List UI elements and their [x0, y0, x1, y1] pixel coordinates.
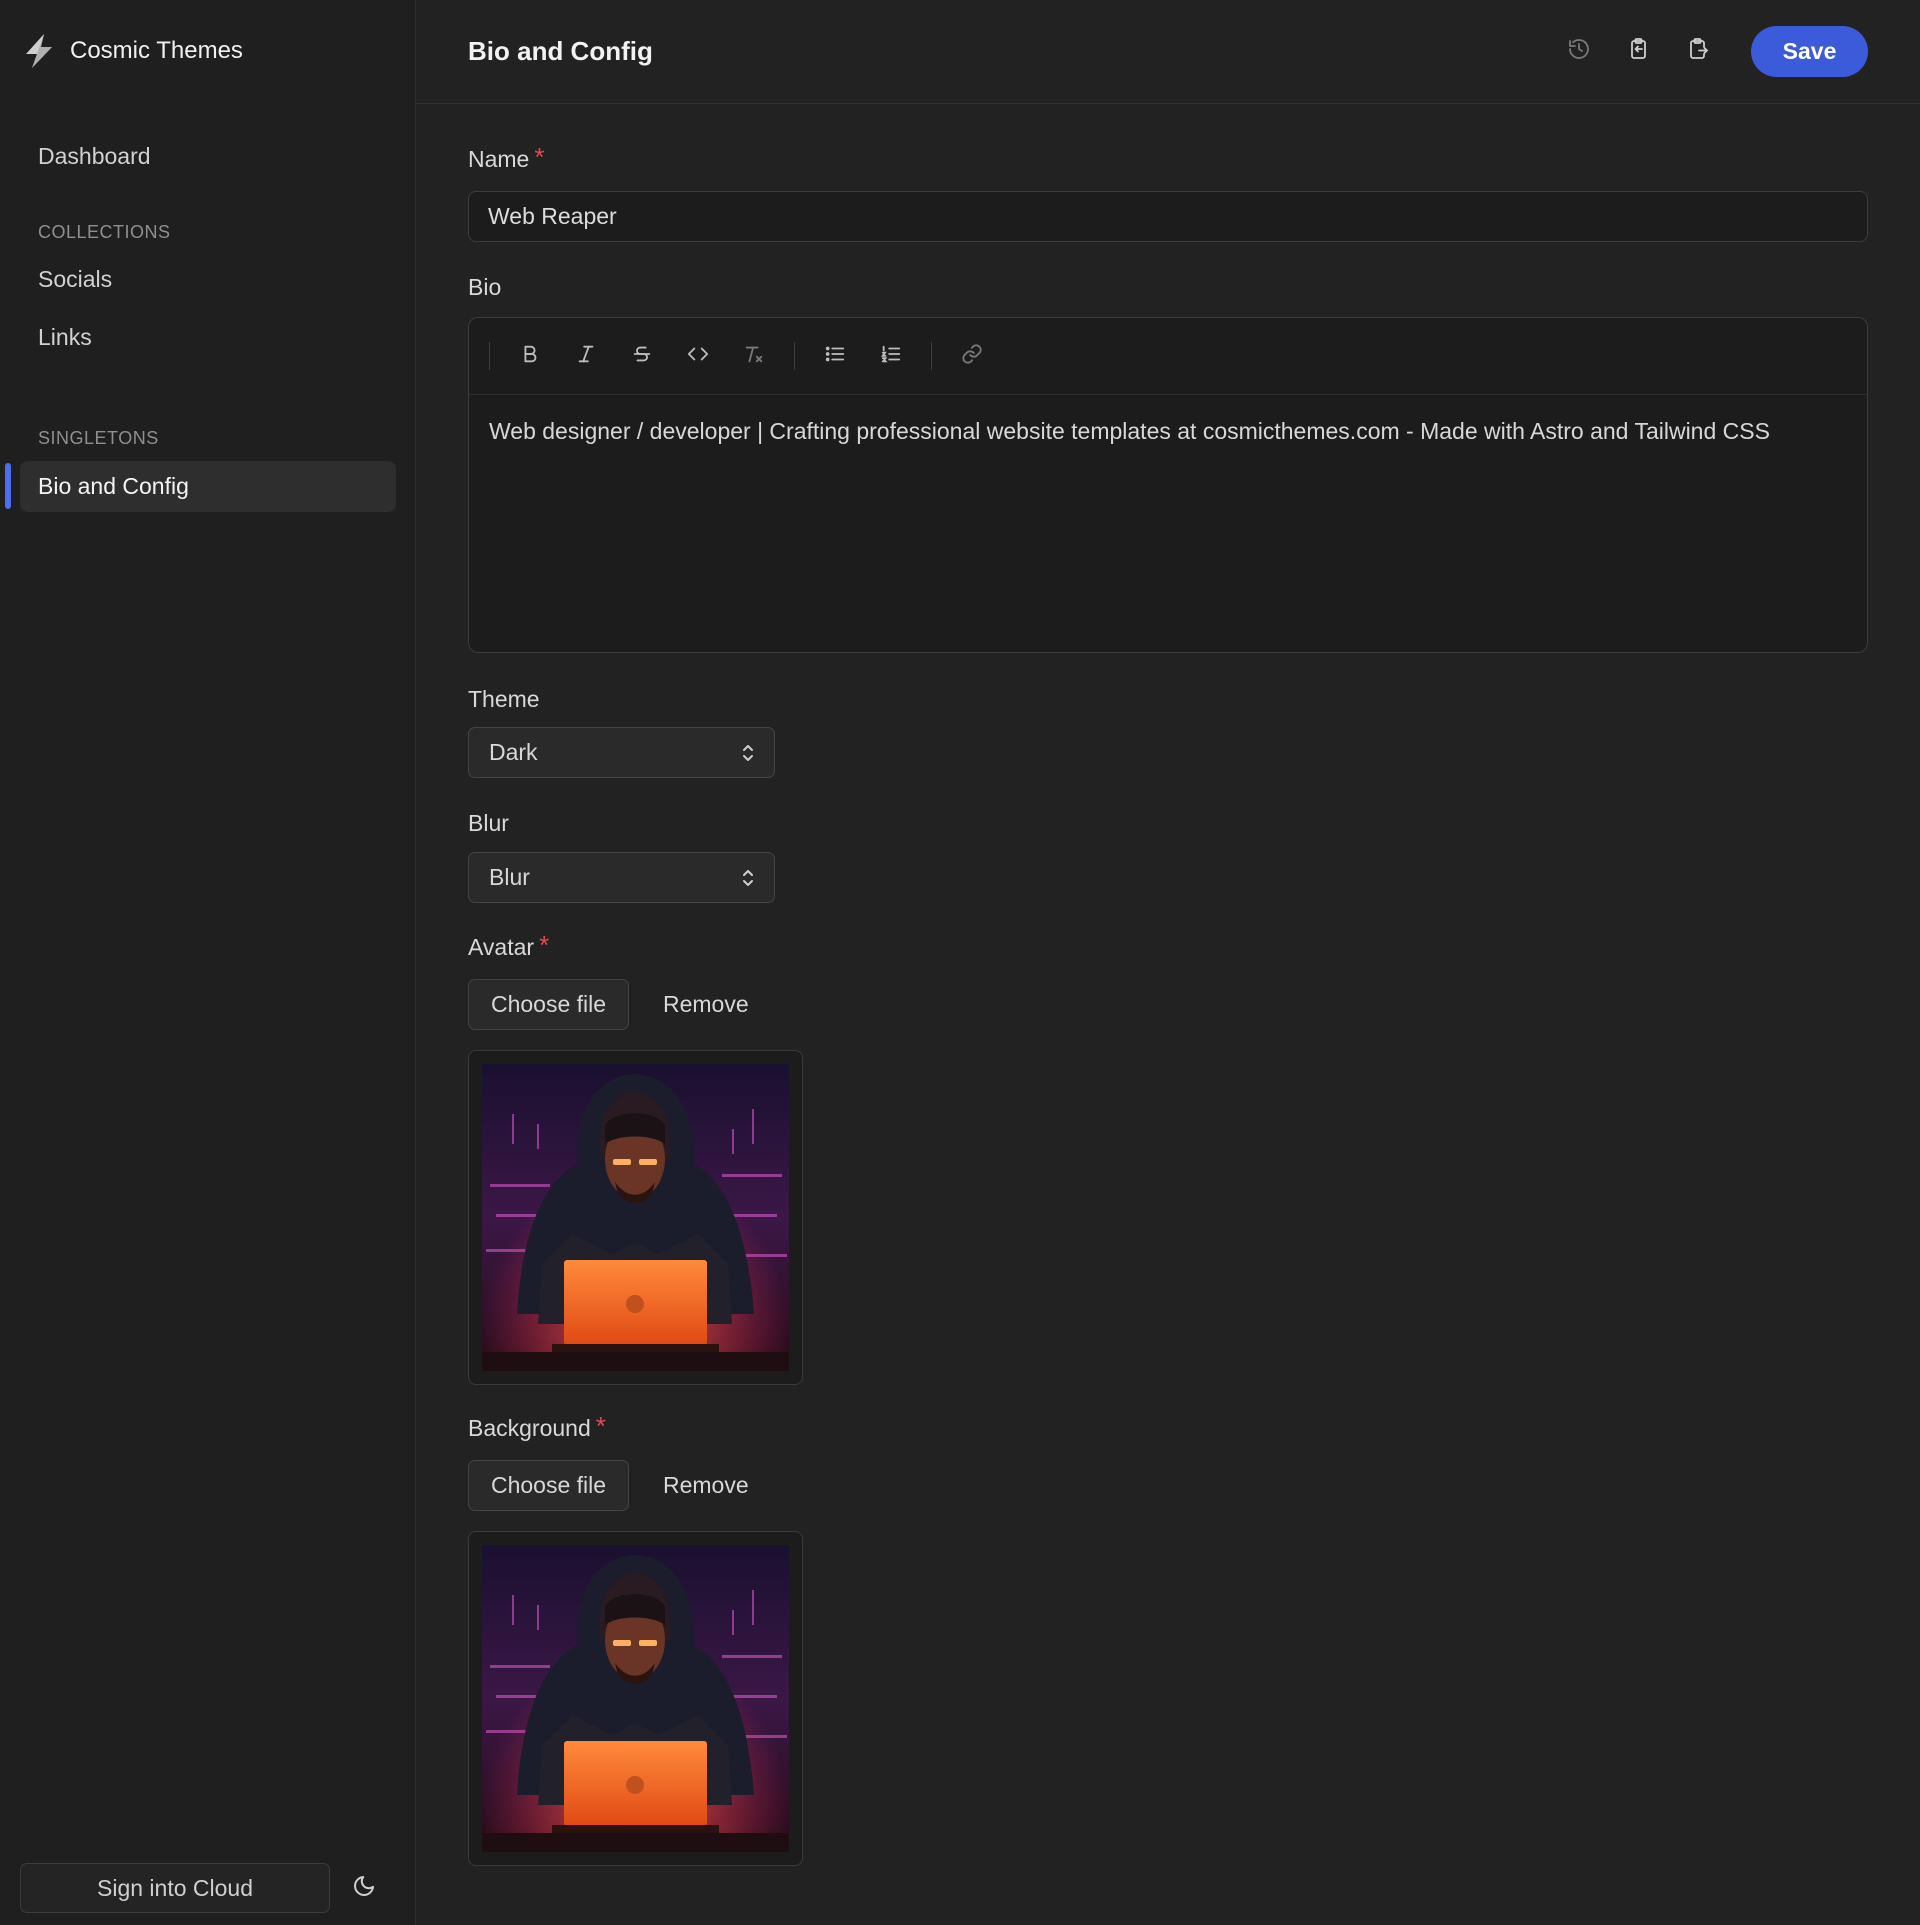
toolbar-divider: [489, 342, 490, 370]
save-button[interactable]: Save: [1751, 26, 1868, 77]
bullet-list-button[interactable]: [813, 334, 857, 378]
brand[interactable]: Cosmic Themes: [0, 0, 415, 102]
italic-icon: [575, 343, 597, 370]
top-bar: Bio and Config Save: [416, 0, 1920, 104]
sidebar-item-label: Links: [38, 324, 92, 350]
background-choose-file-button[interactable]: Choose file: [468, 1460, 629, 1511]
theme-select-value: Dark: [489, 739, 538, 765]
history-button[interactable]: [1557, 30, 1601, 74]
name-input[interactable]: [468, 191, 1868, 242]
link-icon: [961, 343, 983, 370]
bio-rich-text-editor: Web designer / developer | Crafting prof…: [468, 317, 1868, 653]
avatar-choose-file-button[interactable]: Choose file: [468, 979, 629, 1030]
page-title: Bio and Config: [468, 36, 653, 66]
moon-icon: [352, 1874, 376, 1903]
italic-button[interactable]: [564, 334, 608, 378]
background-image-preview: [468, 1531, 803, 1866]
theme-toggle-button[interactable]: [339, 1863, 389, 1913]
chevron-up-down-icon: [738, 742, 758, 770]
bold-button[interactable]: [508, 334, 552, 378]
sidebar-item-label: Bio and Config: [38, 473, 189, 499]
clipboard-copy-icon: [1627, 37, 1651, 66]
code-button[interactable]: [676, 334, 720, 378]
clear-format-icon: [743, 343, 765, 370]
copy-button[interactable]: [1617, 30, 1661, 74]
section-label-collections: COLLECTIONS: [38, 222, 171, 242]
required-marker: *: [595, 1411, 606, 1441]
bold-icon: [519, 343, 541, 370]
hooded-hacker-image: [482, 1545, 789, 1852]
blur-select[interactable]: Blur: [468, 852, 775, 903]
sidebar-footer: Sign into Cloud: [20, 1863, 395, 1913]
ordered-list-icon: [880, 343, 902, 370]
avatar-field-label: Avatar *: [468, 930, 549, 965]
background-label-text: Background: [468, 1415, 591, 1441]
code-icon: [687, 343, 709, 370]
bio-field-label: Bio: [468, 274, 502, 300]
theme-field-label: Theme: [468, 686, 540, 712]
sign-into-cloud-button[interactable]: Sign into Cloud: [20, 1863, 330, 1913]
sidebar-item-bio-and-config[interactable]: Bio and Config: [20, 461, 396, 512]
sidebar-item-socials[interactable]: Socials: [20, 254, 396, 305]
background-field-label: Background *: [468, 1411, 606, 1446]
toolbar-divider: [794, 342, 795, 370]
history-icon: [1567, 37, 1591, 66]
app-shell: Cosmic Themes Dashboard COLLECTIONS Soci…: [0, 0, 1920, 1925]
name-field-label: Name *: [468, 142, 544, 177]
avatar-label-text: Avatar: [468, 934, 535, 960]
ordered-list-button[interactable]: [869, 334, 913, 378]
clipboard-paste-icon: [1687, 37, 1711, 66]
avatar-remove-button[interactable]: Remove: [663, 991, 749, 1018]
sidebar-item-label: Dashboard: [38, 143, 151, 169]
required-marker: *: [539, 930, 550, 960]
main-content: Bio and Config Save Name * Web Reaper Bi…: [416, 0, 1920, 1925]
avatar-file-controls: Choose file Remove: [468, 979, 749, 1030]
sidebar-item-dashboard[interactable]: Dashboard: [20, 131, 396, 182]
sidebar-item-links[interactable]: Links: [20, 312, 396, 363]
chevron-up-down-icon: [738, 867, 758, 895]
clear-format-button[interactable]: [732, 334, 776, 378]
brand-name: Cosmic Themes: [70, 37, 243, 64]
bio-editor-content[interactable]: Web designer / developer | Crafting prof…: [469, 395, 1867, 467]
blur-field-label: Blur: [468, 810, 509, 836]
required-marker: *: [534, 142, 545, 172]
background-file-controls: Choose file Remove: [468, 1460, 749, 1511]
name-label-text: Name: [468, 146, 530, 172]
blur-select-value: Blur: [489, 864, 530, 890]
lightning-logo-icon: [20, 32, 58, 70]
link-button[interactable]: [950, 334, 994, 378]
toolbar-divider: [931, 342, 932, 370]
strikethrough-button[interactable]: [620, 334, 664, 378]
editor-toolbar: [469, 318, 1867, 395]
theme-select[interactable]: Dark: [468, 727, 775, 778]
sidebar-item-label: Socials: [38, 266, 113, 292]
paste-button[interactable]: [1677, 30, 1721, 74]
strikethrough-icon: [631, 343, 653, 370]
bullet-list-icon: [824, 343, 846, 370]
background-remove-button[interactable]: Remove: [663, 1472, 749, 1499]
avatar-image-preview: [468, 1050, 803, 1385]
active-indicator: [5, 463, 11, 509]
section-label-singletons: SINGLETONS: [38, 428, 159, 448]
sidebar: Cosmic Themes Dashboard COLLECTIONS Soci…: [0, 0, 416, 1925]
hooded-hacker-image: [482, 1064, 789, 1371]
